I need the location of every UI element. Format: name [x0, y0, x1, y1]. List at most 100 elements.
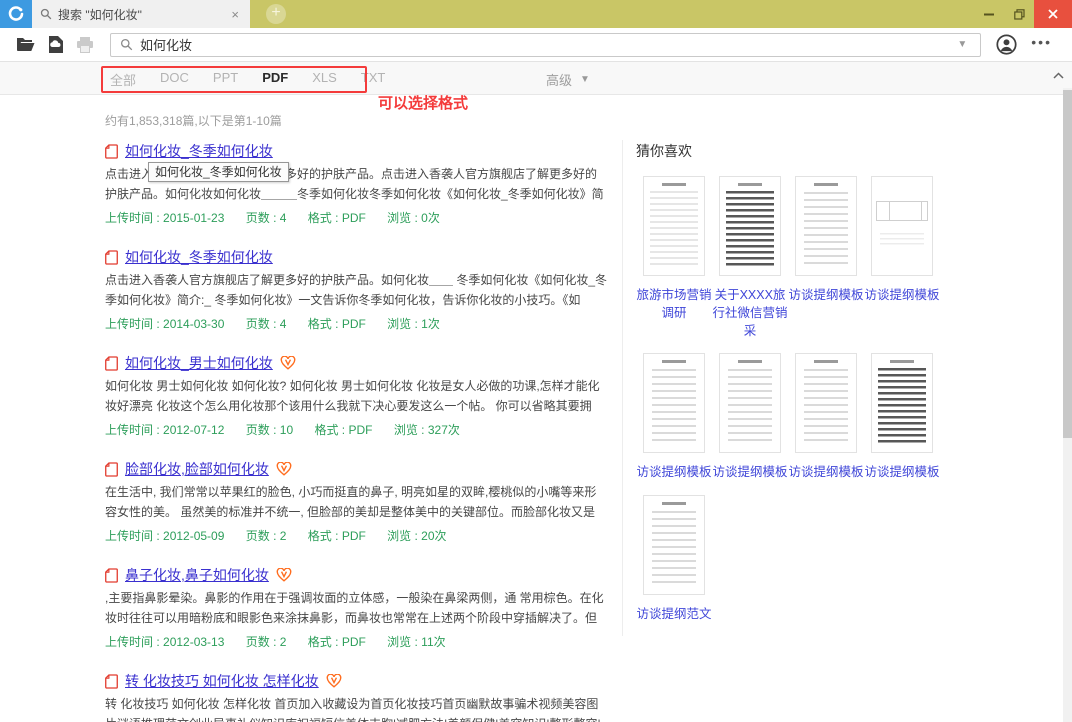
file-format: PDF	[342, 317, 366, 331]
minimize-button[interactable]	[974, 0, 1004, 28]
result-snippet: 在生活中, 我们常常以苹果红的脸色, 小巧而挺直的鼻子, 明亮如星的双眸,樱桃似…	[105, 482, 607, 522]
pdf-file-icon	[105, 674, 118, 689]
filter-tab-ppt[interactable]: PPT	[213, 70, 238, 89]
advanced-label: 高级	[546, 70, 572, 89]
upload-date: 2012-03-13	[163, 635, 224, 649]
recommend-item[interactable]: 访谈提纲模板	[712, 353, 788, 481]
account-avatar[interactable]	[991, 34, 1021, 55]
recommend-caption[interactable]: 旅游市场营销调研	[636, 286, 712, 322]
advanced-search-toggle[interactable]: 高级 ▼	[546, 70, 594, 89]
result-item: 脸部化妆,脸部如何化妆 在生活中, 我们常常以苹果红的脸色, 小巧而挺直的鼻子,…	[105, 459, 607, 544]
recommend-item[interactable]: 访谈提纲模板	[864, 353, 940, 481]
result-snippet: 如何化妆 男士如何化妆 如何化妆? 如何化妆 男士如何化妆 化妆是女人必做的功课…	[105, 376, 607, 416]
upload-date: 2014-03-30	[163, 317, 224, 331]
panel-divider	[622, 140, 623, 636]
filter-tab-all[interactable]: 全部	[110, 70, 136, 89]
pdf-file-icon	[105, 356, 118, 371]
document-thumbnail[interactable]	[795, 176, 857, 276]
recommend-caption[interactable]: 访谈提纲模板	[864, 286, 940, 304]
active-tab[interactable]: 搜索 "如何化妆" ×	[32, 0, 250, 28]
recommend-caption[interactable]: 访谈提纲模板	[788, 463, 864, 481]
restore-button[interactable]	[1004, 0, 1034, 28]
page-count: 2	[280, 635, 287, 649]
tab-search-icon	[40, 8, 52, 20]
view-count: 0次	[421, 211, 440, 225]
recommend-caption[interactable]: 访谈提纲范文	[636, 605, 712, 623]
search-input[interactable]: 如何化妆 ▼	[110, 33, 981, 57]
result-item: 转 化妆技巧 如何化妆 怎样化妆 转 化妆技巧 如何化妆 怎样化妆 首页加入收藏…	[105, 671, 607, 722]
more-menu-button[interactable]: •••	[1021, 34, 1062, 56]
titlebar: 搜索 "如何化妆" × +	[0, 0, 1072, 28]
titlebar-spacer	[286, 0, 974, 28]
scrollbar-thumb[interactable]	[1063, 90, 1072, 438]
format-filter-tabs: 全部 DOC PPT PDF XLS TXT	[110, 70, 385, 89]
new-tab-button[interactable]: +	[266, 4, 286, 24]
document-thumbnail[interactable]	[643, 495, 705, 595]
recommend-panel: 猜你喜欢 旅游市场营销调研 关于XXXX旅行社微信营销采 访谈提纲模板 访谈提纲…	[636, 141, 948, 623]
collapse-panel-button[interactable]	[1053, 72, 1064, 79]
filter-tab-txt[interactable]: TXT	[361, 70, 386, 89]
filter-bar: 全部 DOC PPT PDF XLS TXT 高级 ▼	[0, 62, 1072, 95]
result-title-link[interactable]: 如何化妆_男士如何化妆	[125, 353, 273, 373]
document-thumbnail[interactable]	[719, 353, 781, 453]
save-document-icon[interactable]	[40, 36, 70, 53]
recommend-heading: 猜你喜欢	[636, 141, 948, 161]
recommend-item[interactable]: 访谈提纲范文	[636, 495, 712, 623]
result-title-link[interactable]: 如何化妆_冬季如何化妆	[125, 141, 273, 161]
file-format: PDF	[342, 211, 366, 225]
tab-close-icon[interactable]: ×	[228, 7, 242, 22]
result-title-link[interactable]: 鼻子化妆,鼻子如何化妆	[125, 565, 269, 585]
vip-heart-badge-icon	[276, 462, 292, 476]
file-format: PDF	[342, 635, 366, 649]
pdf-file-icon	[105, 462, 118, 477]
document-thumbnail[interactable]	[643, 353, 705, 453]
search-dropdown-icon[interactable]: ▼	[953, 39, 971, 50]
app-logo-icon[interactable]	[0, 0, 32, 28]
document-thumbnail[interactable]	[871, 353, 933, 453]
document-thumbnail[interactable]	[795, 353, 857, 453]
search-value: 如何化妆	[140, 35, 946, 54]
result-title-link[interactable]: 如何化妆_冬季如何化妆	[125, 247, 273, 267]
recommend-item[interactable]: 旅游市场营销调研	[636, 176, 712, 340]
result-item: 如何化妆_男士如何化妆 如何化妆 男士如何化妆 如何化妆? 如何化妆 男士如何化…	[105, 353, 607, 438]
document-thumbnail[interactable]	[719, 176, 781, 276]
result-snippet: ,主要指鼻影晕染。鼻影的作用在于强调妆面的立体感，一般染在鼻梁两侧，通 常用棕色…	[105, 588, 607, 628]
page-count: 4	[280, 211, 287, 225]
result-count: 约有1,853,318篇,以下是第1-10篇	[105, 112, 1063, 129]
recommend-item[interactable]: 访谈提纲模板	[864, 176, 940, 340]
vip-heart-badge-icon	[280, 356, 296, 370]
document-thumbnail[interactable]	[643, 176, 705, 276]
filter-tab-pdf[interactable]: PDF	[262, 70, 288, 89]
filter-tab-xls[interactable]: XLS	[312, 70, 337, 89]
result-meta: 上传时间 : 2012-05-09 页数 : 2 格式 : PDF 浏览 : 2…	[105, 527, 607, 544]
recommend-caption[interactable]: 访谈提纲模板	[864, 463, 940, 481]
result-title-link[interactable]: 转 化妆技巧 如何化妆 怎样化妆	[125, 671, 319, 691]
file-format: PDF	[342, 529, 366, 543]
recommend-item[interactable]: 关于XXXX旅行社微信营销采	[712, 176, 788, 340]
file-format: PDF	[348, 423, 372, 437]
upload-date: 2012-05-09	[163, 529, 224, 543]
recommend-caption[interactable]: 访谈提纲模板	[712, 463, 788, 481]
search-icon	[120, 38, 133, 51]
view-count: 20次	[421, 529, 446, 543]
scrollbar-track[interactable]	[1063, 88, 1072, 722]
open-folder-icon[interactable]	[10, 37, 40, 52]
result-title-link[interactable]: 脸部化妆,脸部如何化妆	[125, 459, 269, 479]
recommend-grid: 旅游市场营销调研 关于XXXX旅行社微信营销采 访谈提纲模板 访谈提纲模板 访谈…	[636, 176, 948, 623]
result-item: 如何化妆_冬季如何化妆 点击进入香袭人官方旗舰店了解更多好的护肤产品。点击进入香…	[105, 141, 607, 226]
filter-tab-doc[interactable]: DOC	[160, 70, 189, 89]
print-icon[interactable]	[70, 37, 100, 53]
result-meta: 上传时间 : 2014-03-30 页数 : 4 格式 : PDF 浏览 : 1…	[105, 315, 607, 332]
recommend-item[interactable]: 访谈提纲模板	[788, 353, 864, 481]
recommend-caption[interactable]: 访谈提纲模板	[788, 286, 864, 304]
document-thumbnail[interactable]	[871, 176, 933, 276]
upload-date: 2015-01-23	[163, 211, 224, 225]
recommend-caption[interactable]: 访谈提纲模板	[636, 463, 712, 481]
chevron-down-icon: ▼	[576, 74, 594, 85]
recommend-item[interactable]: 访谈提纲模板	[788, 176, 864, 340]
link-tooltip: 如何化妆_冬季如何化妆	[148, 162, 289, 182]
upload-date: 2012-07-12	[163, 423, 224, 437]
recommend-item[interactable]: 访谈提纲模板	[636, 353, 712, 481]
recommend-caption[interactable]: 关于XXXX旅行社微信营销采	[712, 286, 788, 340]
close-button[interactable]	[1034, 0, 1072, 28]
